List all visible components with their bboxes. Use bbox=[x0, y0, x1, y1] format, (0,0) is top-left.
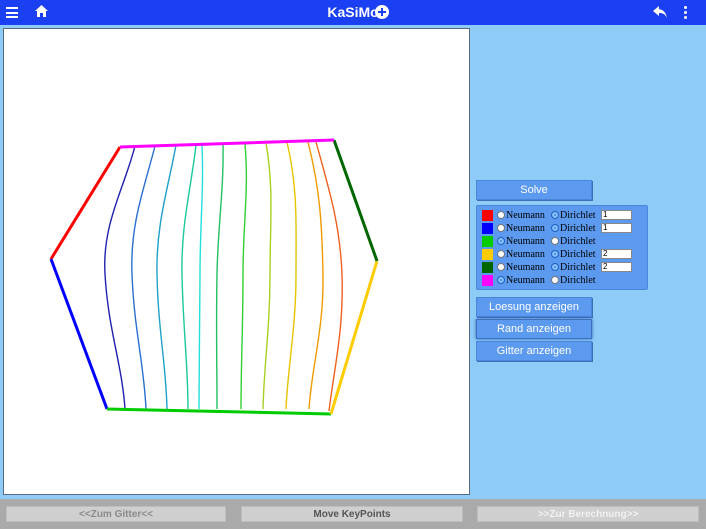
neumann-radio[interactable] bbox=[497, 211, 505, 219]
show-boundary-button[interactable]: Rand anzeigen bbox=[476, 319, 592, 339]
dirichlet-radio[interactable] bbox=[551, 237, 559, 245]
dirichlet-label: Dirichlet bbox=[560, 249, 596, 260]
dirichlet-label: Dirichlet bbox=[560, 236, 596, 247]
boundary-row-blue: Neumann Dirichlet 1 bbox=[477, 222, 647, 235]
color-swatch bbox=[482, 262, 493, 273]
dirichlet-label: Dirichlet bbox=[560, 262, 596, 273]
dirichlet-label: Dirichlet bbox=[560, 275, 596, 286]
footer-bar: <<Zum Gitter<< Move KeyPoints >>Zur Bere… bbox=[0, 499, 706, 529]
show-solution-button[interactable]: Loesung anzeigen bbox=[476, 297, 592, 317]
plus-circle-icon[interactable] bbox=[375, 5, 389, 19]
dirichlet-radio[interactable] bbox=[551, 263, 559, 271]
home-icon[interactable] bbox=[34, 4, 49, 19]
top-app-bar: KaSiMo bbox=[0, 0, 706, 25]
color-swatch bbox=[482, 223, 493, 234]
neumann-label: Neumann bbox=[506, 236, 545, 247]
dirichlet-value-input[interactable]: 1 bbox=[601, 223, 632, 233]
color-swatch bbox=[482, 275, 493, 286]
neumann-label: Neumann bbox=[506, 249, 545, 260]
color-swatch bbox=[482, 236, 493, 247]
boundary-row-red: Neumann Dirichlet 1 bbox=[477, 209, 647, 222]
boundary-row-magenta: Neumann Dirichlet bbox=[477, 274, 647, 287]
solve-button[interactable]: Solve bbox=[476, 180, 592, 200]
dirichlet-radio[interactable] bbox=[551, 224, 559, 232]
neumann-label: Neumann bbox=[506, 210, 545, 221]
menu-icon[interactable] bbox=[6, 7, 18, 18]
prev-step-button[interactable]: <<Zum Gitter<< bbox=[6, 506, 226, 522]
neumann-label: Neumann bbox=[506, 223, 545, 234]
solution-canvas[interactable] bbox=[3, 28, 470, 495]
neumann-radio[interactable] bbox=[497, 250, 505, 258]
more-vertical-icon[interactable] bbox=[684, 6, 688, 19]
neumann-radio[interactable] bbox=[497, 237, 505, 245]
neumann-label: Neumann bbox=[506, 275, 545, 286]
dirichlet-label: Dirichlet bbox=[560, 223, 596, 234]
solution-plot bbox=[49, 138, 379, 416]
dirichlet-label: Dirichlet bbox=[560, 210, 596, 221]
show-grid-button[interactable]: Gitter anzeigen bbox=[476, 341, 592, 361]
boundary-conditions-panel: Neumann Dirichlet 1 Neumann Dirichlet 1 … bbox=[476, 205, 648, 290]
neumann-label: Neumann bbox=[506, 262, 545, 273]
dirichlet-radio[interactable] bbox=[551, 276, 559, 284]
dirichlet-value-input[interactable]: 1 bbox=[601, 210, 632, 220]
dirichlet-value-input[interactable]: 2 bbox=[601, 262, 632, 272]
dirichlet-radio[interactable] bbox=[551, 250, 559, 258]
boundary-row-green: Neumann Dirichlet bbox=[477, 235, 647, 248]
back-arrow-icon[interactable] bbox=[652, 5, 668, 19]
color-swatch bbox=[482, 249, 493, 260]
move-keypoints-button[interactable]: Move KeyPoints bbox=[241, 506, 463, 522]
boundary-row-darkgreen: Neumann Dirichlet 2 bbox=[477, 261, 647, 274]
next-step-button[interactable]: >>Zur Berechnung>> bbox=[477, 506, 699, 522]
color-swatch bbox=[482, 210, 493, 221]
neumann-radio[interactable] bbox=[497, 224, 505, 232]
boundary-row-yellow: Neumann Dirichlet 2 bbox=[477, 248, 647, 261]
neumann-radio[interactable] bbox=[497, 263, 505, 271]
neumann-radio[interactable] bbox=[497, 276, 505, 284]
app-title: KaSiMo bbox=[327, 4, 379, 20]
dirichlet-value-input[interactable]: 2 bbox=[601, 249, 632, 259]
dirichlet-radio[interactable] bbox=[551, 211, 559, 219]
